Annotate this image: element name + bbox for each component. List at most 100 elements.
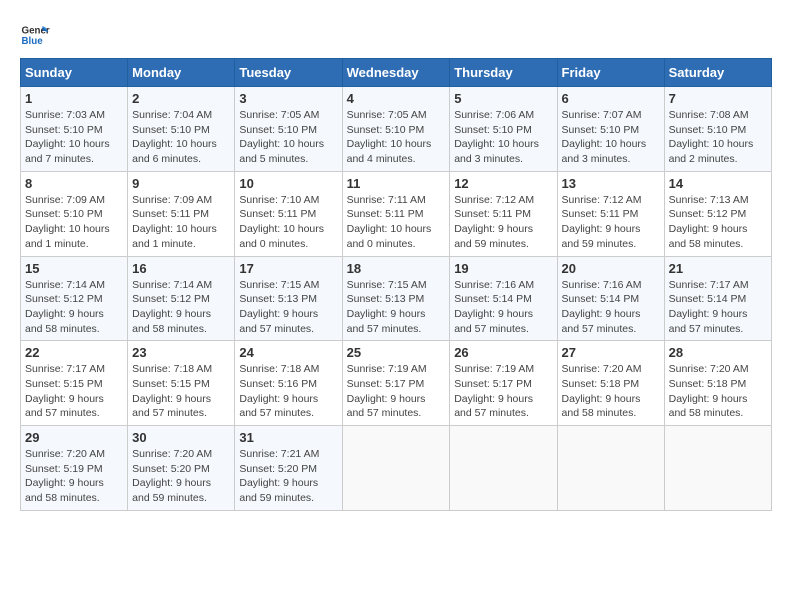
day-info: Sunrise: 7:17 AMSunset: 5:14 PMDaylight:… <box>669 278 767 337</box>
day-number: 27 <box>562 345 660 360</box>
day-info: Sunrise: 7:09 AMSunset: 5:11 PMDaylight:… <box>132 193 230 252</box>
calendar-cell: 8 Sunrise: 7:09 AMSunset: 5:10 PMDaylight… <box>21 171 128 256</box>
calendar-cell: 22 Sunrise: 7:17 AMSunset: 5:15 PMDayligh… <box>21 341 128 426</box>
calendar-cell: 12 Sunrise: 7:12 AMSunset: 5:11 PMDayligh… <box>450 171 557 256</box>
header-wednesday: Wednesday <box>342 59 450 87</box>
calendar-cell: 17 Sunrise: 7:15 AMSunset: 5:13 PMDayligh… <box>235 256 342 341</box>
calendar-cell: 1Sunrise: 7:03 AMSunset: 5:10 PMDaylight… <box>21 87 128 172</box>
day-info: Sunrise: 7:16 AMSunset: 5:14 PMDaylight:… <box>454 278 552 337</box>
day-number: 17 <box>239 261 337 276</box>
day-number: 2 <box>132 91 230 106</box>
page-container: General Blue Sunday Monday Tuesday Wedne… <box>20 20 772 511</box>
day-number: 21 <box>669 261 767 276</box>
calendar-cell: 6 Sunrise: 7:07 AMSunset: 5:10 PMDaylight… <box>557 87 664 172</box>
day-number: 26 <box>454 345 552 360</box>
day-number: 8 <box>25 176 123 191</box>
day-number: 4 <box>347 91 446 106</box>
day-number: 13 <box>562 176 660 191</box>
day-number: 31 <box>239 430 337 445</box>
day-number: 7 <box>669 91 767 106</box>
header-saturday: Saturday <box>664 59 771 87</box>
day-info: Sunrise: 7:20 AMSunset: 5:20 PMDaylight:… <box>132 447 230 506</box>
day-info: Sunrise: 7:15 AMSunset: 5:13 PMDaylight:… <box>347 278 446 337</box>
day-info: Sunrise: 7:18 AMSunset: 5:15 PMDaylight:… <box>132 362 230 421</box>
day-info: Sunrise: 7:03 AMSunset: 5:10 PMDaylight:… <box>25 108 123 167</box>
day-number: 19 <box>454 261 552 276</box>
day-info: Sunrise: 7:07 AMSunset: 5:10 PMDaylight:… <box>562 108 660 167</box>
calendar-cell: 19 Sunrise: 7:16 AMSunset: 5:14 PMDayligh… <box>450 256 557 341</box>
calendar-cell: 5 Sunrise: 7:06 AMSunset: 5:10 PMDaylight… <box>450 87 557 172</box>
logo-icon: General Blue <box>20 20 50 50</box>
header-row: Sunday Monday Tuesday Wednesday Thursday… <box>21 59 772 87</box>
calendar-week-5: 29Sunrise: 7:20 AMSunset: 5:19 PMDayligh… <box>21 426 772 511</box>
day-info: Sunrise: 7:16 AMSunset: 5:14 PMDaylight:… <box>562 278 660 337</box>
calendar-cell: 9 Sunrise: 7:09 AMSunset: 5:11 PMDaylight… <box>128 171 235 256</box>
calendar-cell <box>664 426 771 511</box>
day-info: Sunrise: 7:17 AMSunset: 5:15 PMDaylight:… <box>25 362 123 421</box>
calendar-cell: 11 Sunrise: 7:11 AMSunset: 5:11 PMDayligh… <box>342 171 450 256</box>
calendar-cell: 18 Sunrise: 7:15 AMSunset: 5:13 PMDayligh… <box>342 256 450 341</box>
calendar-cell: 28 Sunrise: 7:20 AMSunset: 5:18 PMDayligh… <box>664 341 771 426</box>
day-info: Sunrise: 7:08 AMSunset: 5:10 PMDaylight:… <box>669 108 767 167</box>
day-info: Sunrise: 7:05 AMSunset: 5:10 PMDaylight:… <box>239 108 337 167</box>
calendar-table: Sunday Monday Tuesday Wednesday Thursday… <box>20 58 772 511</box>
day-info: Sunrise: 7:20 AMSunset: 5:19 PMDaylight:… <box>25 447 123 506</box>
day-info: Sunrise: 7:14 AMSunset: 5:12 PMDaylight:… <box>132 278 230 337</box>
header-friday: Friday <box>557 59 664 87</box>
day-info: Sunrise: 7:06 AMSunset: 5:10 PMDaylight:… <box>454 108 552 167</box>
day-info: Sunrise: 7:20 AMSunset: 5:18 PMDaylight:… <box>669 362 767 421</box>
calendar-cell: 16 Sunrise: 7:14 AMSunset: 5:12 PMDayligh… <box>128 256 235 341</box>
day-info: Sunrise: 7:15 AMSunset: 5:13 PMDaylight:… <box>239 278 337 337</box>
header-monday: Monday <box>128 59 235 87</box>
day-number: 18 <box>347 261 446 276</box>
day-number: 20 <box>562 261 660 276</box>
day-number: 25 <box>347 345 446 360</box>
day-number: 28 <box>669 345 767 360</box>
day-number: 14 <box>669 176 767 191</box>
day-number: 3 <box>239 91 337 106</box>
logo: General Blue <box>20 20 54 50</box>
day-info: Sunrise: 7:14 AMSunset: 5:12 PMDaylight:… <box>25 278 123 337</box>
day-info: Sunrise: 7:19 AMSunset: 5:17 PMDaylight:… <box>454 362 552 421</box>
day-number: 16 <box>132 261 230 276</box>
header-tuesday: Tuesday <box>235 59 342 87</box>
day-info: Sunrise: 7:10 AMSunset: 5:11 PMDaylight:… <box>239 193 337 252</box>
calendar-cell: 21 Sunrise: 7:17 AMSunset: 5:14 PMDayligh… <box>664 256 771 341</box>
day-number: 23 <box>132 345 230 360</box>
day-info: Sunrise: 7:13 AMSunset: 5:12 PMDaylight:… <box>669 193 767 252</box>
day-number: 10 <box>239 176 337 191</box>
calendar-cell: 30Sunrise: 7:20 AMSunset: 5:20 PMDayligh… <box>128 426 235 511</box>
day-info: Sunrise: 7:19 AMSunset: 5:17 PMDaylight:… <box>347 362 446 421</box>
calendar-cell: 24Sunrise: 7:18 AMSunset: 5:16 PMDayligh… <box>235 341 342 426</box>
calendar-cell: 25 Sunrise: 7:19 AMSunset: 5:17 PMDayligh… <box>342 341 450 426</box>
day-info: Sunrise: 7:12 AMSunset: 5:11 PMDaylight:… <box>454 193 552 252</box>
calendar-cell: 26 Sunrise: 7:19 AMSunset: 5:17 PMDayligh… <box>450 341 557 426</box>
calendar-week-4: 22 Sunrise: 7:17 AMSunset: 5:15 PMDayligh… <box>21 341 772 426</box>
calendar-week-2: 8 Sunrise: 7:09 AMSunset: 5:10 PMDaylight… <box>21 171 772 256</box>
calendar-cell: 27 Sunrise: 7:20 AMSunset: 5:18 PMDayligh… <box>557 341 664 426</box>
day-info: Sunrise: 7:12 AMSunset: 5:11 PMDaylight:… <box>562 193 660 252</box>
day-number: 24 <box>239 345 337 360</box>
day-number: 9 <box>132 176 230 191</box>
day-info: Sunrise: 7:04 AMSunset: 5:10 PMDaylight:… <box>132 108 230 167</box>
calendar-cell: 13 Sunrise: 7:12 AMSunset: 5:11 PMDayligh… <box>557 171 664 256</box>
day-info: Sunrise: 7:11 AMSunset: 5:11 PMDaylight:… <box>347 193 446 252</box>
calendar-cell: 4Sunrise: 7:05 AMSunset: 5:10 PMDaylight… <box>342 87 450 172</box>
page-header: General Blue <box>20 20 772 50</box>
calendar-week-3: 15 Sunrise: 7:14 AMSunset: 5:12 PMDayligh… <box>21 256 772 341</box>
calendar-cell: 2 Sunrise: 7:04 AMSunset: 5:10 PMDaylight… <box>128 87 235 172</box>
day-number: 11 <box>347 176 446 191</box>
day-number: 6 <box>562 91 660 106</box>
day-number: 5 <box>454 91 552 106</box>
svg-text:Blue: Blue <box>22 36 44 47</box>
calendar-cell: 20 Sunrise: 7:16 AMSunset: 5:14 PMDayligh… <box>557 256 664 341</box>
day-number: 12 <box>454 176 552 191</box>
day-info: Sunrise: 7:09 AMSunset: 5:10 PMDaylight:… <box>25 193 123 252</box>
calendar-cell <box>342 426 450 511</box>
day-number: 22 <box>25 345 123 360</box>
day-info: Sunrise: 7:21 AMSunset: 5:20 PMDaylight:… <box>239 447 337 506</box>
calendar-cell: 7 Sunrise: 7:08 AMSunset: 5:10 PMDaylight… <box>664 87 771 172</box>
day-info: Sunrise: 7:20 AMSunset: 5:18 PMDaylight:… <box>562 362 660 421</box>
calendar-cell <box>557 426 664 511</box>
day-number: 15 <box>25 261 123 276</box>
